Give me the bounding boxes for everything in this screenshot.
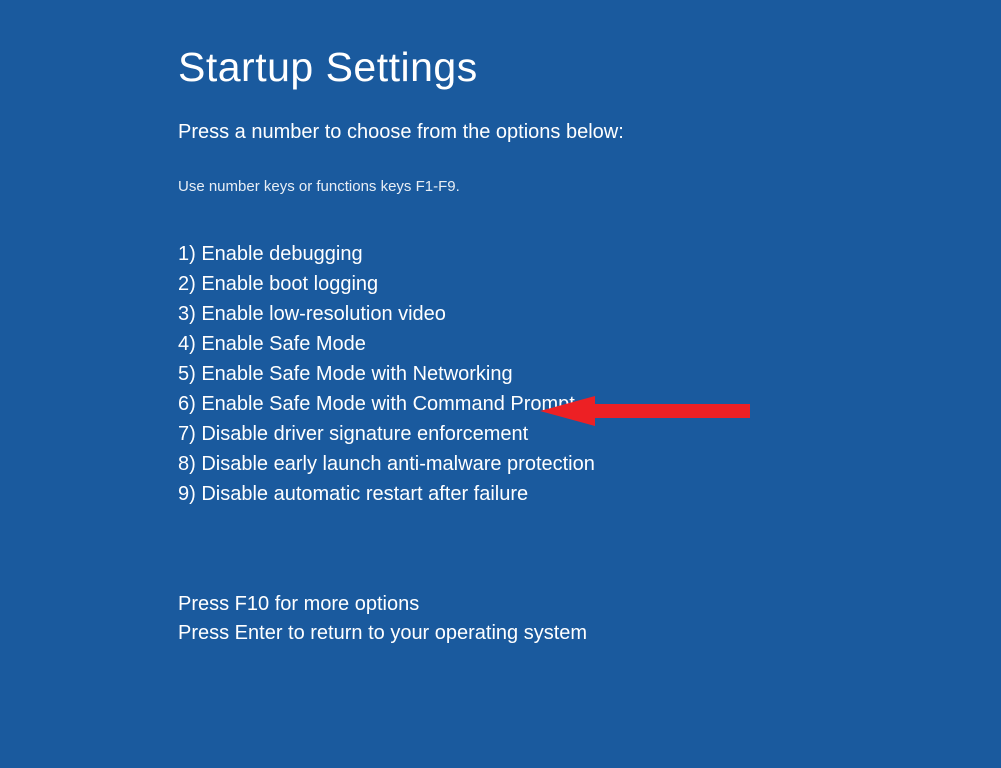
option-3-low-res-video[interactable]: 3) Enable low-resolution video — [178, 299, 1001, 329]
hint-text: Use number keys or functions keys F1-F9. — [178, 178, 1001, 195]
options-list: 1) Enable debugging 2) Enable boot loggi… — [178, 239, 1001, 509]
option-5-safe-mode-networking[interactable]: 5) Enable Safe Mode with Networking — [178, 359, 1001, 389]
footer-instructions: Press F10 for more options Press Enter t… — [178, 590, 587, 648]
option-7-driver-signature[interactable]: 7) Disable driver signature enforcement — [178, 419, 1001, 449]
instruction-text: Press a number to choose from the option… — [178, 121, 1001, 144]
page-title: Startup Settings — [178, 44, 1001, 91]
option-8-anti-malware[interactable]: 8) Disable early launch anti-malware pro… — [178, 449, 1001, 479]
option-6-safe-mode-cmd[interactable]: 6) Enable Safe Mode with Command Prompt — [178, 389, 1001, 419]
option-4-safe-mode[interactable]: 4) Enable Safe Mode — [178, 329, 1001, 359]
option-2-boot-logging[interactable]: 2) Enable boot logging — [178, 269, 1001, 299]
return-text: Press Enter to return to your operating … — [178, 619, 587, 648]
startup-settings-screen: Startup Settings Press a number to choos… — [0, 0, 1001, 509]
option-9-auto-restart[interactable]: 9) Disable automatic restart after failu… — [178, 479, 1001, 509]
option-1-debugging[interactable]: 1) Enable debugging — [178, 239, 1001, 269]
more-options-text: Press F10 for more options — [178, 590, 587, 619]
